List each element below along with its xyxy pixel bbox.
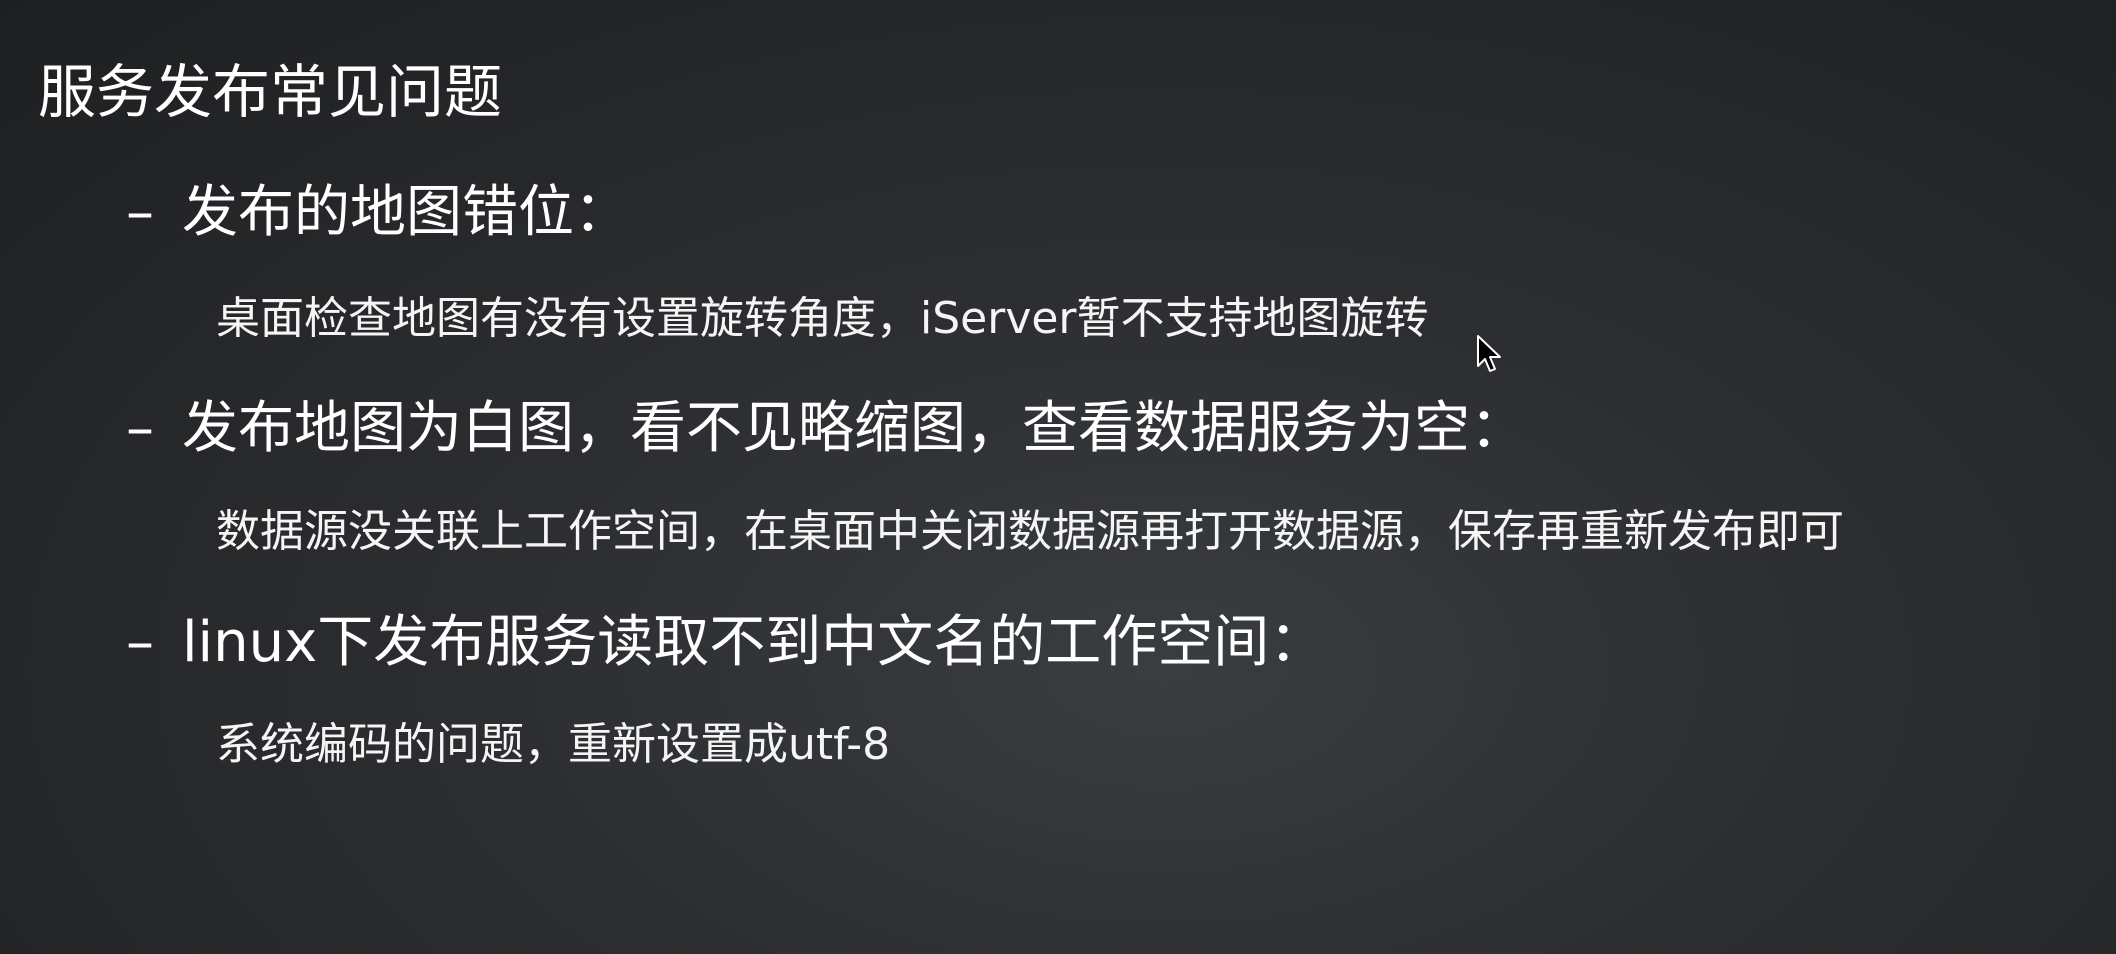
bullet-item-3: – linux下发布服务读取不到中文名的工作空间：: [126, 608, 1325, 678]
slide-title: 服务发布常见问题: [38, 58, 503, 126]
bullet-detail-3: 系统编码的问题，重新设置成utf-8: [216, 719, 891, 770]
bullet-item-2: – 发布地图为白图，看不见略缩图，查看数据服务为空：: [126, 394, 1526, 464]
bullet-detail-1: 桌面检查地图有没有设置旋转角度，iServer暂不支持地图旋转: [216, 293, 1429, 344]
slide: 服务发布常见问题 – 发布的地图错位： 桌面检查地图有没有设置旋转角度，iSer…: [0, 0, 2116, 954]
mouse-pointer-icon: [1477, 335, 1501, 372]
bullet-detail-2: 数据源没关联上工作空间，在桌面中关闭数据源再打开数据源，保存再重新发布即可: [216, 506, 1844, 557]
bullet-marker: –: [126, 396, 154, 461]
bullet-heading: 发布的地图错位：: [182, 180, 630, 245]
bullet-heading: 发布地图为白图，看不见略缩图，查看数据服务为空：: [182, 396, 1526, 461]
bullet-item-1: – 发布的地图错位：: [126, 178, 630, 248]
bullet-heading: linux下发布服务读取不到中文名的工作空间：: [182, 610, 1326, 675]
bullet-marker: –: [126, 610, 154, 675]
bullet-marker: –: [126, 180, 154, 245]
